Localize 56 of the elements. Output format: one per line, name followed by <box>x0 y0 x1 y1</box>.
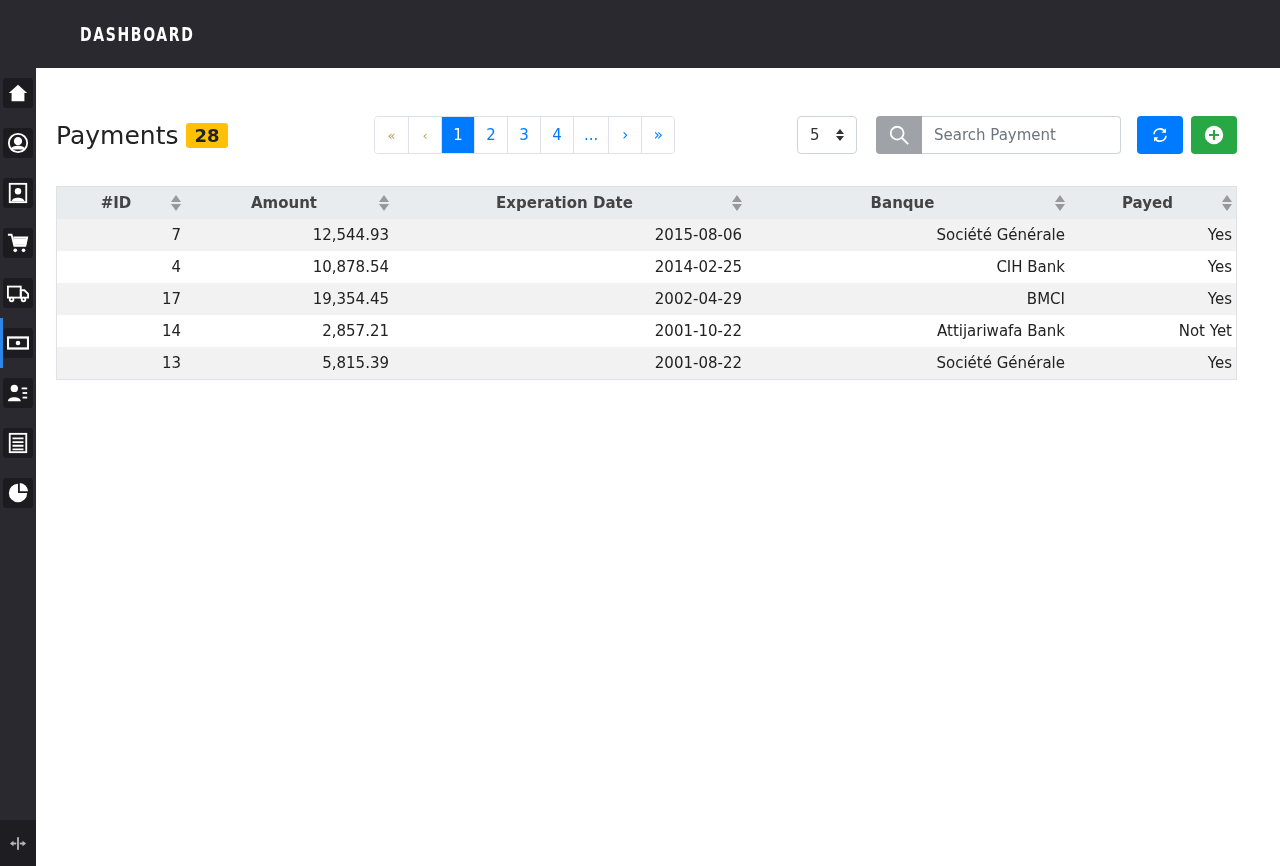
count-badge: 28 <box>186 122 228 148</box>
receipt-icon <box>7 432 29 454</box>
contact-card-icon <box>7 182 29 204</box>
table-cell: Société Générale <box>936 354 1065 372</box>
user-list-icon <box>7 382 29 404</box>
sidebar-item[interactable] <box>3 378 33 408</box>
cart-icon <box>7 232 29 254</box>
table-cell: 13 <box>161 354 181 372</box>
sidebar-item[interactable] <box>3 178 33 208</box>
pie-chart-icon <box>7 482 29 504</box>
refresh-icon <box>1151 126 1169 144</box>
plus-circle-icon <box>1204 125 1224 145</box>
search-icon <box>888 124 910 146</box>
collapse-toggle[interactable] <box>0 820 36 866</box>
sidebar-item[interactable] <box>3 328 33 358</box>
table-cell: 19,354.45 <box>312 290 389 308</box>
home-icon <box>7 82 29 104</box>
table-cell: Attijariwafa Bank <box>937 322 1065 340</box>
resize-icon <box>9 836 27 850</box>
sort-icon <box>836 129 844 141</box>
table-cell: 7 <box>171 226 181 244</box>
table-cell: 12,544.93 <box>312 226 389 244</box>
sidebar-item[interactable] <box>3 78 33 108</box>
table-cell: 2001-08-22 <box>654 354 742 372</box>
page-size-select[interactable]: 5 <box>797 116 857 154</box>
table-cell: CIH Bank <box>996 258 1065 276</box>
table-cell: 5,815.39 <box>322 354 389 372</box>
dashboard-title: DASHBOARD <box>80 23 195 45</box>
table-cell: 2015-08-06 <box>654 226 742 244</box>
page-link[interactable]: 1 <box>441 117 474 153</box>
sidebar-item[interactable] <box>3 478 33 508</box>
user-circle-icon <box>7 132 29 154</box>
table-cell: 2,857.21 <box>322 322 389 340</box>
table-cell: Not Yet <box>1178 322 1232 340</box>
table-cell: Yes <box>1207 226 1232 244</box>
table-cell: 10,878.54 <box>312 258 389 276</box>
table-cell: Yes <box>1207 290 1232 308</box>
sidebar-item[interactable] <box>3 228 33 258</box>
table-cell: 2014-02-25 <box>654 258 742 276</box>
table-cell: 2002-04-29 <box>654 290 742 308</box>
sidebar-item[interactable] <box>3 428 33 458</box>
add-button[interactable] <box>1191 116 1237 154</box>
table-cell: Yes <box>1207 354 1232 372</box>
table-cell: Société Générale <box>936 226 1065 244</box>
sidebar-item[interactable] <box>3 278 33 308</box>
search-field[interactable]: Search Payment <box>922 116 1121 154</box>
refresh-button[interactable] <box>1137 116 1183 154</box>
page-title: Payments <box>56 120 179 150</box>
table-cell: 2001-10-22 <box>654 322 742 340</box>
table-cell: BMCI <box>1026 290 1065 308</box>
table-cell: 4 <box>171 258 181 276</box>
page-link[interactable]: » <box>641 117 675 153</box>
table-cell: 17 <box>161 290 181 308</box>
sidebar-item[interactable] <box>3 128 33 158</box>
table-cell: Yes <box>1207 258 1232 276</box>
table-cell: 14 <box>161 322 181 340</box>
